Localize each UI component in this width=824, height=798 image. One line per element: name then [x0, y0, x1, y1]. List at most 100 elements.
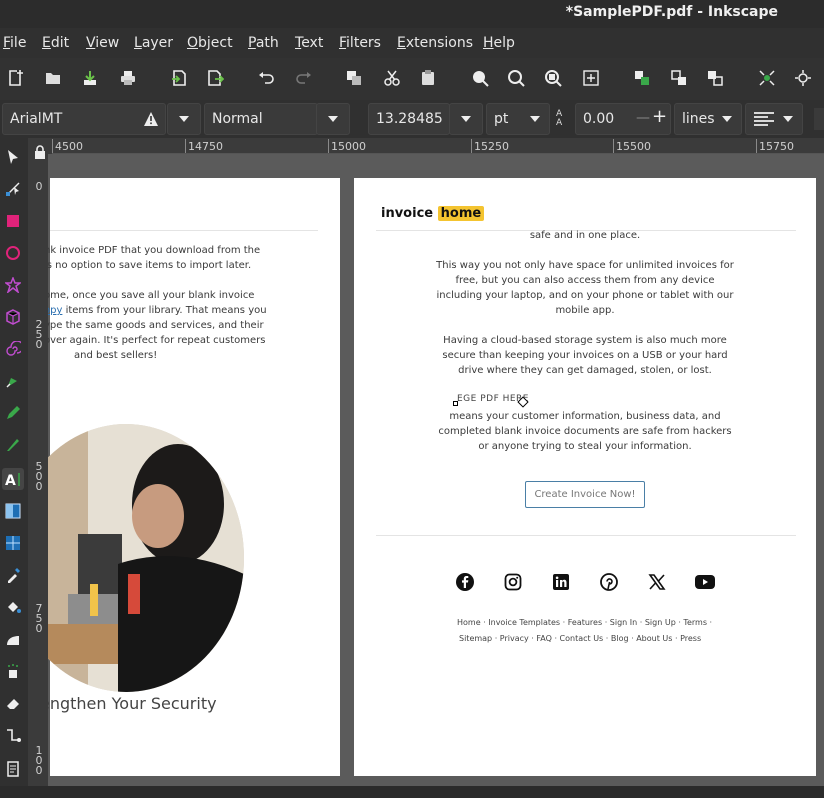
menu-layer[interactable]: Layer	[134, 35, 173, 51]
line-spacing-mode-select[interactable]: lines	[674, 103, 742, 135]
mesh-tool-icon[interactable]	[2, 532, 24, 554]
rectangle-tool-icon[interactable]	[2, 210, 24, 232]
unit-select[interactable]: pt	[486, 103, 550, 135]
node-tool-icon[interactable]	[2, 178, 24, 200]
pencil-tool-icon[interactable]	[2, 402, 24, 424]
ruler-label: 5 0 0	[35, 460, 43, 493]
create-invoice-button[interactable]: Create Invoice Now!	[525, 481, 645, 508]
font-size-input[interactable]: 13.28485	[368, 103, 450, 135]
save-icon[interactable]	[79, 67, 101, 89]
paste-icon[interactable]	[417, 67, 439, 89]
text-tool-icon[interactable]: A	[2, 468, 24, 490]
text-align-select[interactable]	[745, 103, 803, 135]
invoice-home-logo: invoice home	[381, 206, 485, 221]
chevron-down-icon	[328, 116, 338, 122]
footer-link-invoice-templates[interactable]: Invoice Templates	[488, 618, 560, 627]
selection-handle[interactable]	[453, 401, 458, 406]
footer-link-features[interactable]: Features	[568, 618, 602, 627]
font-size-dropdown[interactable]	[449, 103, 483, 135]
import-icon[interactable]	[168, 67, 190, 89]
font-family-input[interactable]: ArialMT	[2, 103, 166, 135]
chevron-down-icon	[722, 116, 732, 122]
snap-icon[interactable]	[756, 67, 778, 89]
gradient-tool-icon[interactable]	[2, 500, 24, 522]
selector-tool-icon[interactable]	[2, 146, 24, 168]
menu-help[interactable]: Help	[483, 35, 515, 51]
clone-icon[interactable]	[704, 67, 726, 89]
menu-edit[interactable]: Edit	[42, 35, 69, 51]
eraser-tool-icon[interactable]	[2, 692, 24, 714]
footer-link-terms[interactable]: Terms	[683, 618, 707, 627]
letter-spacing-input[interactable]: 0.00 — +	[575, 103, 671, 135]
ungroup-icon[interactable]	[668, 67, 690, 89]
x-twitter-icon[interactable]	[647, 572, 667, 592]
snap-options-icon[interactable]	[792, 67, 814, 89]
zoom-center-icon[interactable]	[580, 67, 602, 89]
pen-tool-icon[interactable]	[2, 370, 24, 392]
plus-icon[interactable]: +	[652, 106, 667, 127]
font-family-dropdown[interactable]	[167, 103, 201, 135]
horizontal-scrollbar[interactable]	[0, 786, 824, 798]
title-bar: *SamplePDF.pdf - Inkscape	[0, 0, 824, 28]
menu-path[interactable]: Path	[248, 35, 279, 51]
copy-link[interactable]: opy	[48, 305, 62, 316]
print-icon[interactable]	[117, 67, 139, 89]
footer-link-privacy[interactable]: Privacy	[500, 634, 529, 643]
menu-text[interactable]: Text	[295, 35, 323, 51]
group-icon[interactable]	[631, 67, 653, 89]
menu-extensions[interactable]: Extensions	[397, 35, 473, 51]
spiral-tool-icon[interactable]	[2, 338, 24, 360]
menu-object[interactable]: Object	[187, 35, 233, 51]
footer-link-sitemap[interactable]: Sitemap	[459, 634, 492, 643]
tweak-tool-icon[interactable]	[2, 628, 24, 650]
more-options-icon[interactable]	[814, 108, 824, 130]
footer-link-about-us[interactable]: About Us	[636, 634, 672, 643]
footer-link-press[interactable]: Press	[680, 634, 701, 643]
page-right[interactable]: invoice home safe and in one place. This…	[354, 178, 816, 776]
lock-icon[interactable]	[34, 145, 46, 159]
open-folder-icon[interactable]	[42, 67, 64, 89]
chevron-down-icon	[461, 116, 471, 122]
youtube-icon[interactable]	[695, 572, 715, 592]
minus-icon[interactable]: —	[636, 110, 650, 126]
footer-link-sign-up[interactable]: Sign Up	[645, 618, 676, 627]
page-left[interactable]: nk invoice PDF that you download from th…	[48, 178, 340, 776]
facebook-icon[interactable]	[455, 572, 475, 592]
calligraphy-tool-icon[interactable]	[2, 434, 24, 456]
page1-paragraph1: nk invoice PDF that you download from th…	[48, 245, 261, 271]
canvas[interactable]: nk invoice PDF that you download from th…	[48, 154, 824, 786]
horizontal-ruler: 4500 14750 15000 15250 15500 15750	[52, 138, 824, 154]
star-tool-icon[interactable]	[2, 274, 24, 296]
zoom-page-icon[interactable]	[542, 67, 564, 89]
pages-tool-icon[interactable]	[2, 758, 24, 780]
zoom-selection-icon[interactable]	[469, 67, 491, 89]
divider	[50, 230, 318, 231]
ellipse-tool-icon[interactable]	[2, 242, 24, 264]
font-style-dropdown[interactable]	[316, 103, 350, 135]
instagram-icon[interactable]	[503, 572, 523, 592]
pinterest-icon[interactable]	[599, 572, 619, 592]
menu-view[interactable]: View	[86, 35, 119, 51]
zoom-drawing-icon[interactable]	[505, 67, 527, 89]
linkedin-icon[interactable]	[551, 572, 571, 592]
dropper-tool-icon[interactable]	[2, 564, 24, 586]
cut-icon[interactable]	[381, 67, 403, 89]
footer-links-row2: Sitemap · Privacy · FAQ · Contact Us · B…	[459, 634, 702, 643]
export-icon[interactable]	[204, 67, 226, 89]
duplicate-icon[interactable]	[343, 67, 365, 89]
menu-file[interactable]: File	[3, 35, 26, 51]
connector-tool-icon[interactable]	[2, 724, 24, 746]
footer-link-faq[interactable]: FAQ	[536, 634, 552, 643]
menu-filters[interactable]: Filters	[339, 35, 381, 51]
footer-link-home[interactable]: Home	[457, 618, 481, 627]
new-document-icon[interactable]	[4, 67, 26, 89]
redo-icon[interactable]	[293, 67, 315, 89]
spray-tool-icon[interactable]	[2, 660, 24, 682]
footer-link-contact-us[interactable]: Contact Us	[560, 634, 604, 643]
paint-bucket-tool-icon[interactable]	[2, 596, 24, 618]
font-style-input[interactable]: Normal	[204, 103, 318, 135]
undo-icon[interactable]	[255, 67, 277, 89]
footer-link-blog[interactable]: Blog	[611, 634, 629, 643]
3d-box-tool-icon[interactable]	[2, 306, 24, 328]
footer-link-sign-in[interactable]: Sign In	[610, 618, 637, 627]
